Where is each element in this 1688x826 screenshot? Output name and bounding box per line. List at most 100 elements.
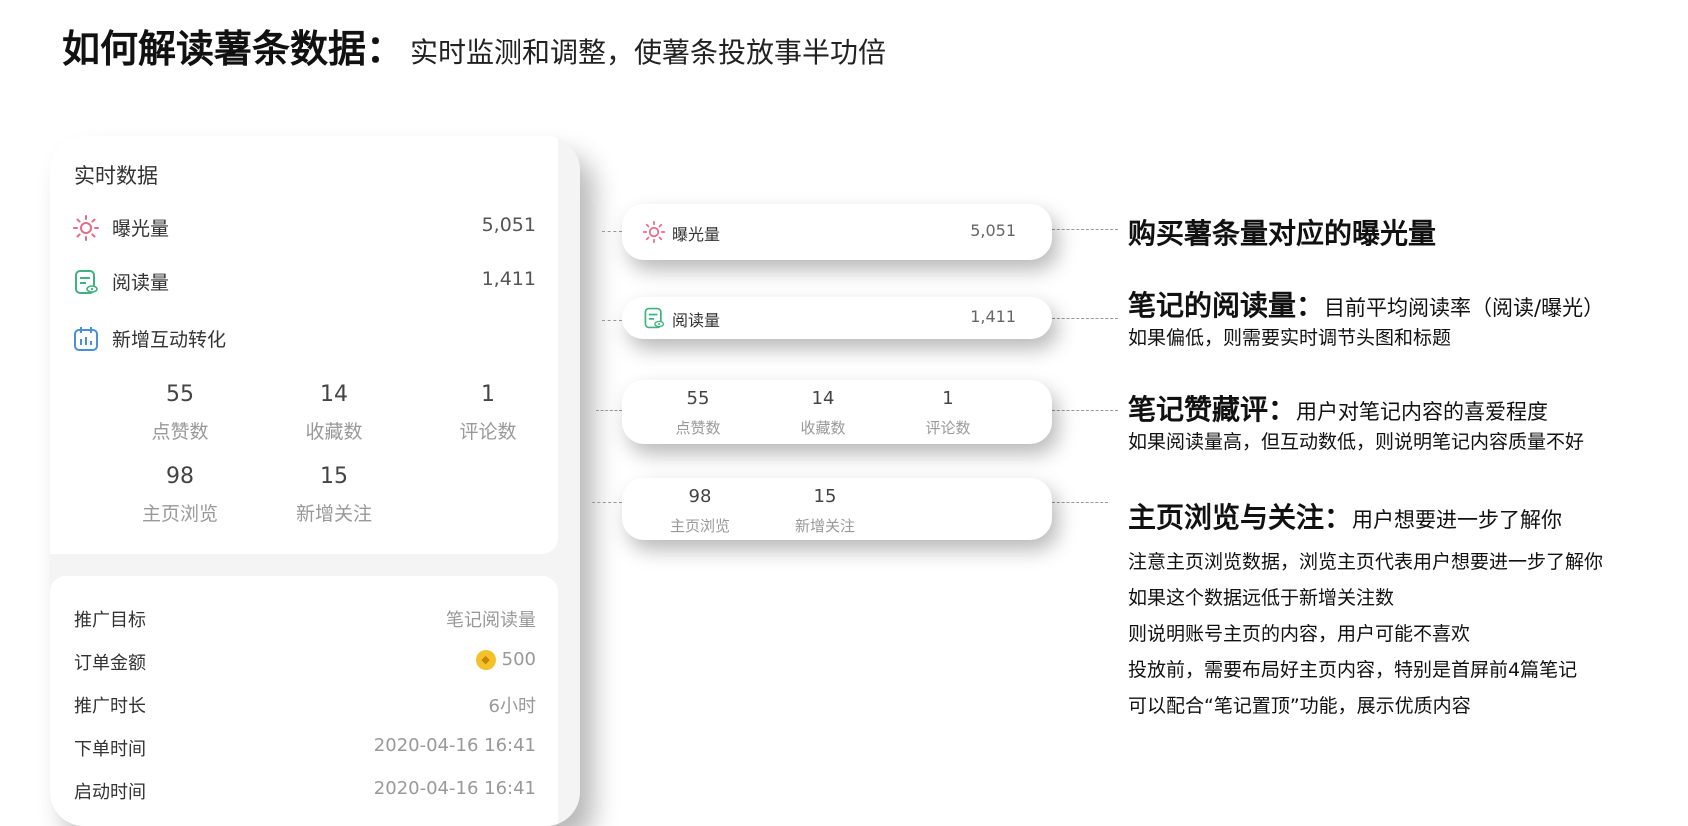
stat-number: 15 [813, 486, 837, 507]
callout-engagement: 55 点赞数 14 收藏数 1 评论数 [622, 380, 1052, 444]
sun-icon [642, 220, 666, 244]
callout-stat-likes: 55 点赞数 [653, 388, 743, 438]
note-line: 如果这个数据远低于新增关注数 [1128, 587, 1395, 609]
callout-exposure: 曝光量 5,051 [622, 204, 1052, 260]
stat-number: 14 [320, 382, 348, 407]
order-info-panel: 推广目标 笔记阅读量 订单金额 ◆ 500 推广时长 6小时 下单时间 2020… [50, 576, 558, 826]
note-exposure: 购买薯条量对应的曝光量 [1128, 212, 1436, 252]
realtime-data-panel: 实时数据 曝光量 5,051 阅读量 1,411 新增互动转化 55 点赞数 1… [50, 136, 558, 554]
callout-exposure-value: 5,051 [970, 221, 1016, 240]
note-line: 注意主页浏览数据，浏览主页代表用户想要进一步了解你 [1128, 551, 1604, 573]
stat-number: 55 [686, 388, 710, 409]
connector-left-4 [592, 502, 622, 503]
note-line: 则说明账号主页的内容，用户可能不喜欢 [1128, 623, 1471, 645]
info-key: 启动时间 [74, 782, 146, 803]
exposure-label: 曝光量 [112, 218, 170, 240]
info-value: 笔记阅读量 [446, 610, 536, 631]
stat-new-followers: 15 新增关注 [264, 464, 404, 526]
stat-caption: 收藏数 [800, 419, 846, 437]
stat-caption: 主页浏览 [669, 517, 730, 535]
stat-likes: 55 点赞数 [110, 382, 250, 444]
stat-caption: 收藏数 [305, 421, 363, 443]
callout-reads: 阅读量 1,411 [622, 297, 1052, 339]
info-value: 2020-04-16 16:41 [373, 778, 536, 799]
document-icon [75, 270, 98, 294]
exposure-row: 曝光量 5,051 [72, 212, 536, 242]
note-reads: 笔记的阅读量：目前平均阅读率（阅读/曝光） 如果偏低，则需要实时调节头图和标题 [1128, 284, 1604, 352]
exposure-value: 5,051 [481, 214, 536, 236]
note-profile: 主页浏览与关注：用户想要进一步了解你 注意主页浏览数据，浏览主页代表用户想要进一… [1128, 496, 1603, 724]
callout-reads-value: 1,411 [970, 307, 1016, 326]
note-line: 可以配合“笔记置顶”功能，展示优质内容 [1128, 695, 1471, 717]
callout-stat-comments: 1 评论数 [903, 388, 993, 438]
stat-caption: 新增关注 [295, 503, 372, 525]
info-key: 订单金额 [74, 653, 146, 674]
note-subheading: 用户对笔记内容的喜爱程度 [1296, 400, 1549, 424]
calendar-icon [74, 327, 98, 351]
stat-comments: 1 评论数 [418, 382, 558, 444]
stat-number: 15 [320, 464, 348, 489]
info-value: 2020-04-16 16:41 [373, 735, 536, 756]
info-value-wrap: ◆ 500 [475, 649, 536, 670]
page-title-main: 如何解读薯条数据： [62, 27, 405, 71]
interaction-label: 新增互动转化 [112, 329, 227, 351]
interaction-row: 新增互动转化 [72, 323, 536, 353]
reads-row: 阅读量 1,411 [72, 266, 536, 296]
info-key: 推广目标 [74, 610, 146, 631]
page-title-sub: 实时监测和调整，使薯条投放事半功倍 [410, 36, 887, 69]
info-row-goal: 推广目标 笔记阅读量 [74, 606, 536, 632]
stat-caption: 评论数 [459, 421, 517, 443]
stat-caption: 评论数 [925, 419, 971, 437]
info-key: 推广时长 [74, 696, 146, 717]
callout-exposure-label: 曝光量 [672, 225, 721, 244]
stat-caption: 主页浏览 [141, 503, 218, 525]
reads-value: 1,411 [481, 268, 536, 290]
stat-number: 98 [688, 486, 712, 507]
reads-label: 阅读量 [112, 272, 170, 294]
stat-favorites: 14 收藏数 [264, 382, 404, 444]
note-heading: 笔记赞藏评： [1128, 393, 1297, 426]
card-title: 实时数据 [74, 164, 158, 188]
connector-left-3 [596, 410, 622, 411]
callout-stat-profile-views: 98 主页浏览 [655, 486, 745, 536]
info-row-order-time: 下单时间 2020-04-16 16:41 [74, 735, 536, 761]
note-line: 投放前，需要布局好主页内容，特别是首屏前4篇笔记 [1128, 659, 1578, 681]
document-icon [644, 307, 665, 329]
callout-stat-new-followers: 15 新增关注 [780, 486, 870, 536]
realtime-data-card: 实时数据 曝光量 5,051 阅读量 1,411 新增互动转化 55 点赞数 1… [50, 136, 580, 826]
info-value: 500 [501, 649, 536, 670]
sun-icon [73, 215, 99, 241]
callout-reads-label: 阅读量 [672, 311, 721, 330]
stat-profile-views: 98 主页浏览 [110, 464, 250, 526]
connector-right-2 [1052, 318, 1118, 319]
page-title: 如何解读薯条数据： 实时监测和调整，使薯条投放事半功倍 [62, 18, 886, 73]
stat-number: 55 [166, 382, 194, 407]
callout-profile: 98 主页浏览 15 新增关注 [622, 478, 1052, 540]
note-heading: 笔记的阅读量： [1128, 289, 1325, 322]
info-key: 下单时间 [74, 739, 146, 760]
callout-stat-favorites: 14 收藏数 [778, 388, 868, 438]
stat-caption: 新增关注 [794, 517, 855, 535]
stat-number: 1 [481, 382, 495, 407]
stat-caption: 点赞数 [151, 421, 209, 443]
note-subheading: 用户想要进一步了解你 [1352, 508, 1563, 532]
stat-caption: 点赞数 [675, 419, 721, 437]
note-engagement: 笔记赞藏评：用户对笔记内容的喜爱程度 如果阅读量高，但互动数低，则说明笔记内容质… [1128, 388, 1584, 456]
coin-icon: ◆ [475, 649, 496, 670]
stat-number: 14 [811, 388, 835, 409]
connector-left-1 [602, 231, 622, 232]
stat-number: 1 [942, 388, 954, 409]
note-subheading: 目前平均阅读率（阅读/曝光） [1324, 296, 1605, 320]
info-row-start-time: 启动时间 2020-04-16 16:41 [74, 778, 536, 804]
connector-right-3 [1052, 410, 1118, 411]
note-line: 如果偏低，则需要实时调节头图和标题 [1128, 327, 1452, 349]
info-row-amount: 订单金额 ◆ 500 [74, 649, 536, 675]
note-heading: 主页浏览与关注： [1128, 501, 1353, 534]
connector-right-4 [1052, 502, 1108, 503]
note-line: 如果阅读量高，但互动数低，则说明笔记内容质量不好 [1128, 431, 1585, 453]
info-value: 6小时 [488, 696, 536, 717]
connector-right-1 [1052, 229, 1118, 230]
stat-number: 98 [166, 464, 194, 489]
note-heading: 购买薯条量对应的曝光量 [1128, 217, 1437, 250]
connector-left-2 [602, 320, 622, 321]
